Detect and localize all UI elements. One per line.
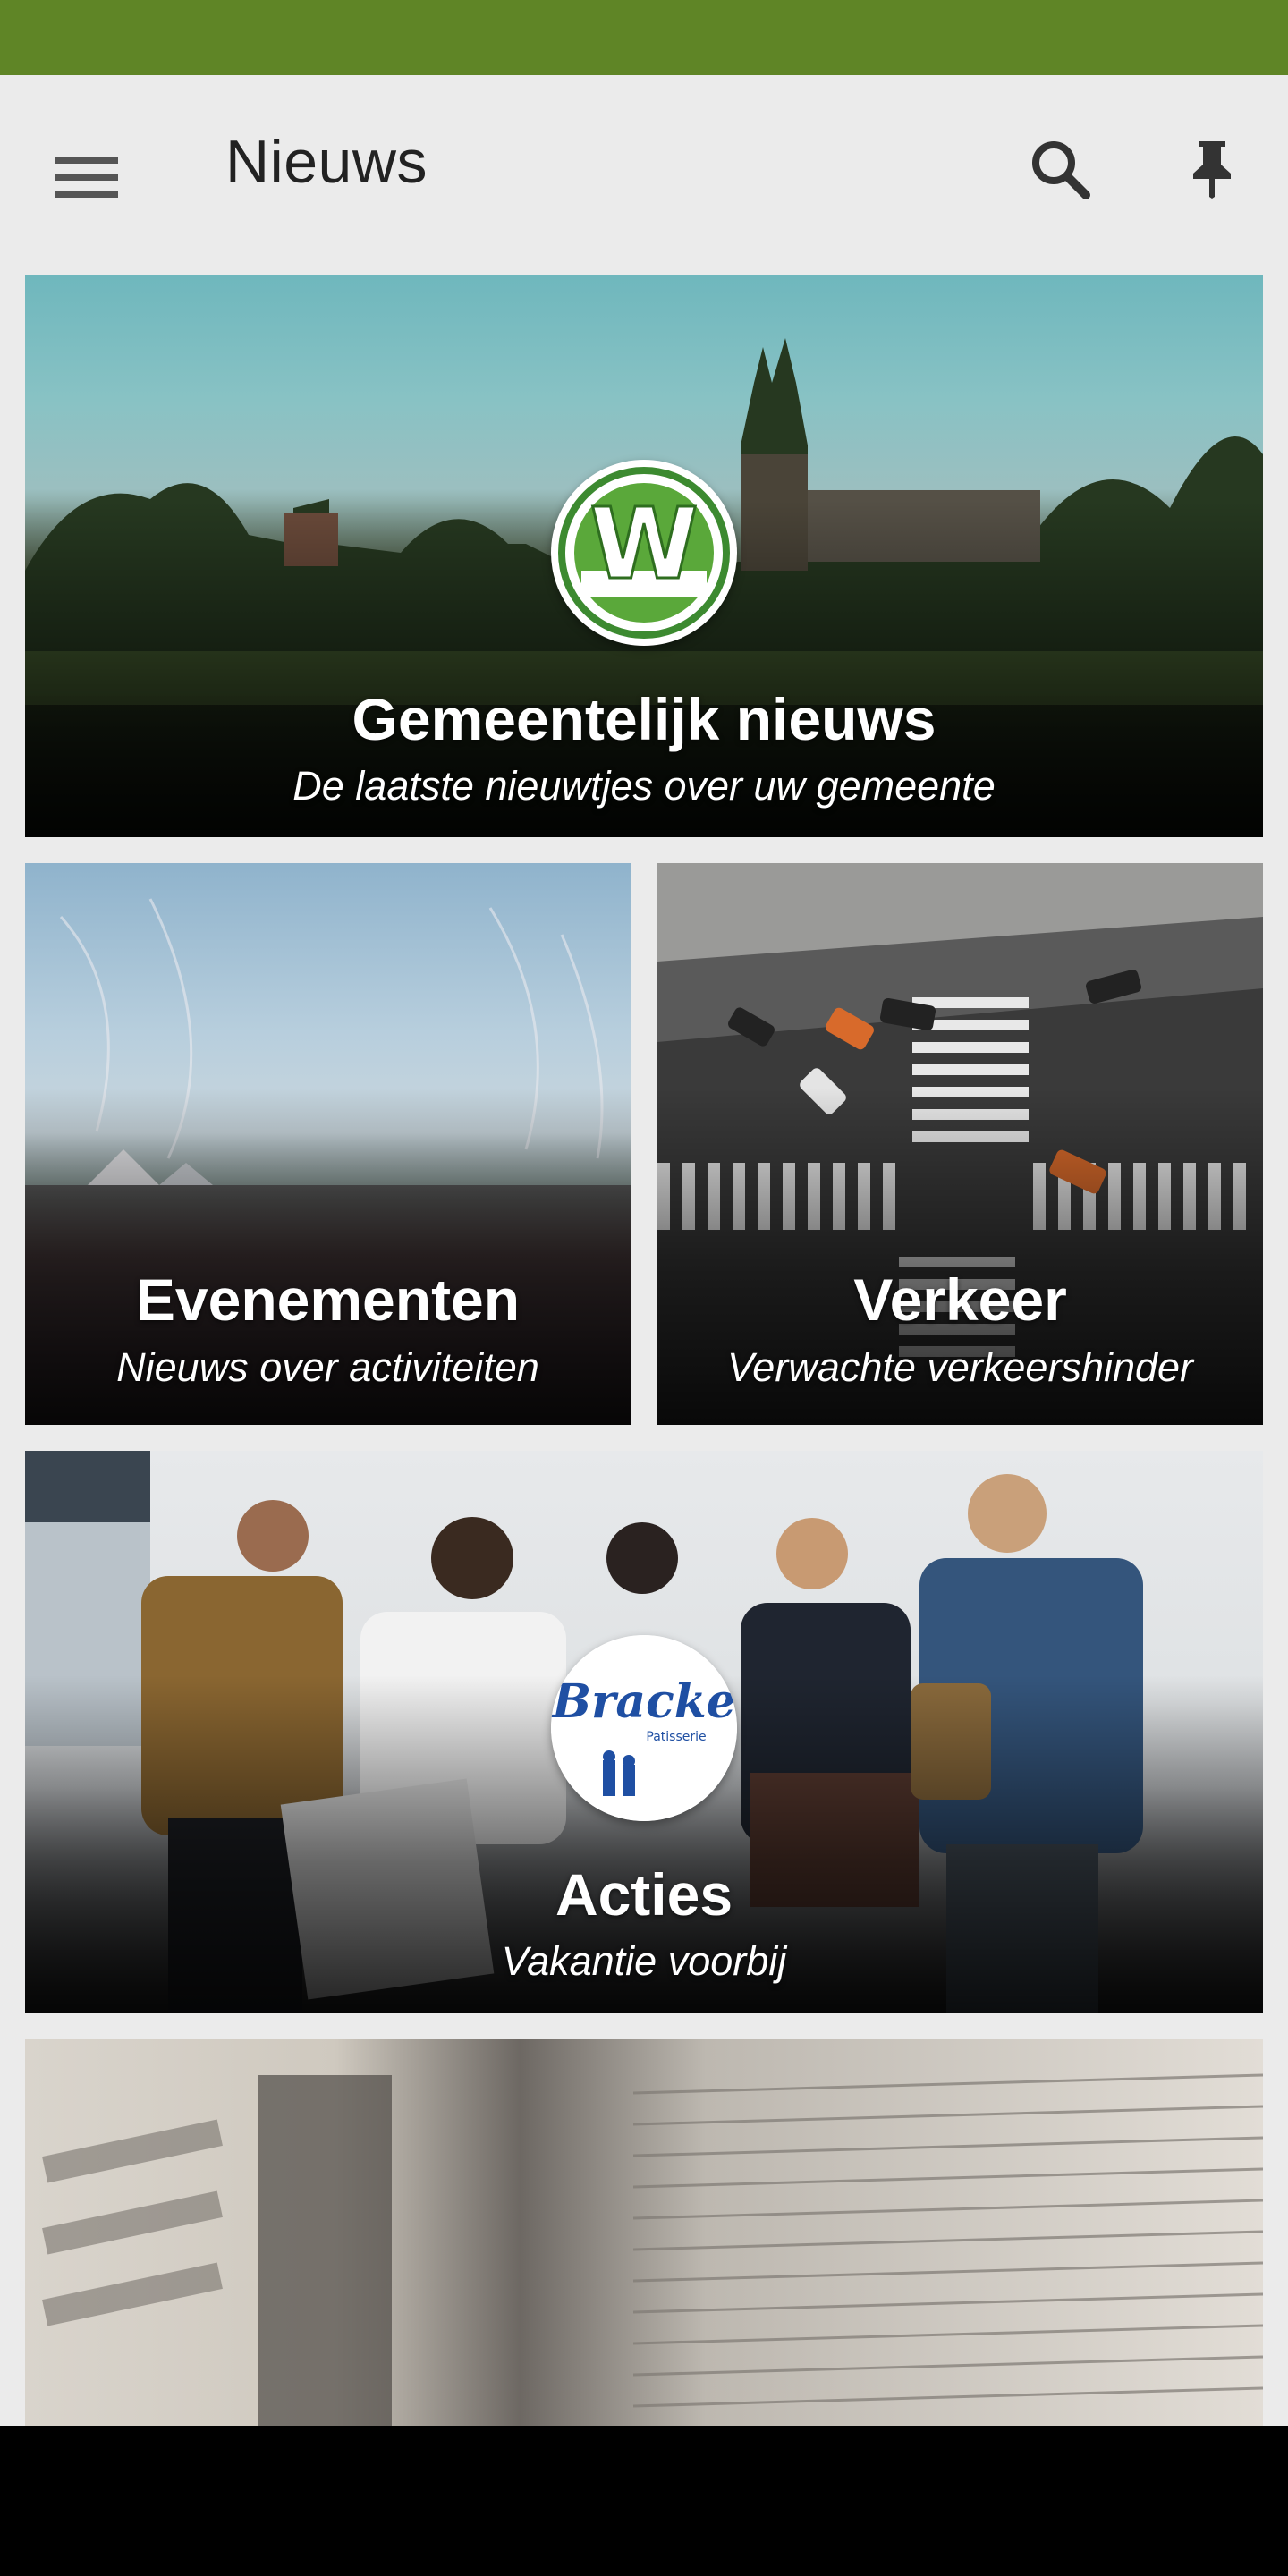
card-acties[interactable]: Bracke Patisserie Acties Vakantie voorbi… [25,1451,1263,2012]
system-navigation-bar [0,2426,1288,2576]
card-subtitle: Verwachte verkeershinder [726,1344,1194,1390]
card-title: Gemeentelijk nieuws [352,686,936,752]
card-gemeentelijk-nieuws[interactable]: W Gemeentelijk nieuws De laatste nieuwtj… [25,275,1263,837]
card-title: Verkeer [853,1267,1067,1333]
card-subtitle: Vakantie voorbij [501,1938,787,1984]
card-evenementen[interactable]: Evenementen Nieuws over activiteiten [25,863,631,1425]
app-bar: Nieuws [0,75,1288,250]
menu-button[interactable] [47,138,127,218]
pin-icon [1193,141,1231,199]
municipality-w-logo-icon: W [551,460,737,646]
svg-text:Bracke: Bracke [551,1674,736,1729]
card-subtitle: Nieuws over activiteiten [116,1344,539,1390]
card-title: Evenementen [135,1267,521,1333]
newspaper-stack [42,2073,1263,2426]
search-button[interactable] [1020,129,1100,209]
card-subtitle: De laatste nieuwtjes over uw gemeente [292,763,996,809]
page-title: Nieuws [225,128,428,196]
status-bar [0,0,1288,75]
search-icon [1032,141,1090,199]
bracke-patisserie-logo-icon: Bracke Patisserie [551,1635,737,1821]
pin-button[interactable] [1172,129,1252,209]
svg-text:W: W [589,487,698,601]
card-newspapers[interactable] [25,2039,1263,2426]
card-verkeer[interactable]: Verkeer Verwachte verkeershinder [657,863,1263,1425]
svg-text:Patisserie: Patisserie [646,1730,706,1744]
card-title: Acties [555,1861,733,1928]
menu-icon [55,157,118,198]
